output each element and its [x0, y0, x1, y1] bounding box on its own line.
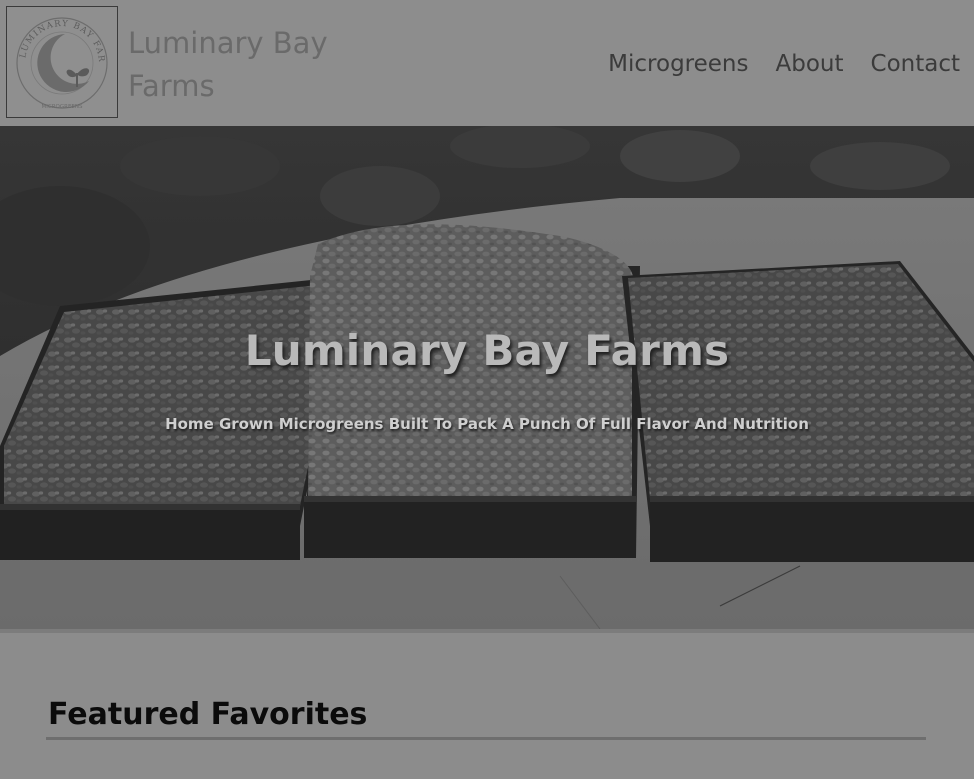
- featured-section: Featured Favorites: [0, 629, 974, 779]
- site-header: LUMINARY BAY FARMS MICROGREENS Luminary …: [0, 0, 974, 126]
- hero-background-image: [0, 126, 974, 629]
- hero-banner: Luminary Bay Farms Home Grown Microgreen…: [0, 126, 974, 629]
- nav-link-contact[interactable]: Contact: [871, 47, 960, 81]
- page: LUMINARY BAY FARMS MICROGREENS Luminary …: [0, 0, 974, 779]
- section-title-featured: Featured Favorites: [48, 697, 368, 732]
- logo[interactable]: LUMINARY BAY FARMS MICROGREENS: [6, 6, 118, 118]
- brand-name[interactable]: Luminary Bay Farms: [128, 22, 368, 108]
- svg-text:LUMINARY BAY FARMS: LUMINARY BAY FARMS: [7, 7, 106, 63]
- moon-sprout-icon: LUMINARY BAY FARMS MICROGREENS: [7, 7, 108, 110]
- nav-link-microgreens[interactable]: Microgreens: [608, 47, 748, 81]
- section-divider: [46, 737, 926, 740]
- main-nav: Microgreens About Contact: [608, 47, 960, 81]
- nav-link-about[interactable]: About: [776, 47, 844, 81]
- svg-text:MICROGREENS: MICROGREENS: [42, 104, 84, 110]
- hero-title: Luminary Bay Farms: [244, 326, 730, 375]
- hero-subtitle: Home Grown Microgreens Built To Pack A P…: [165, 415, 809, 433]
